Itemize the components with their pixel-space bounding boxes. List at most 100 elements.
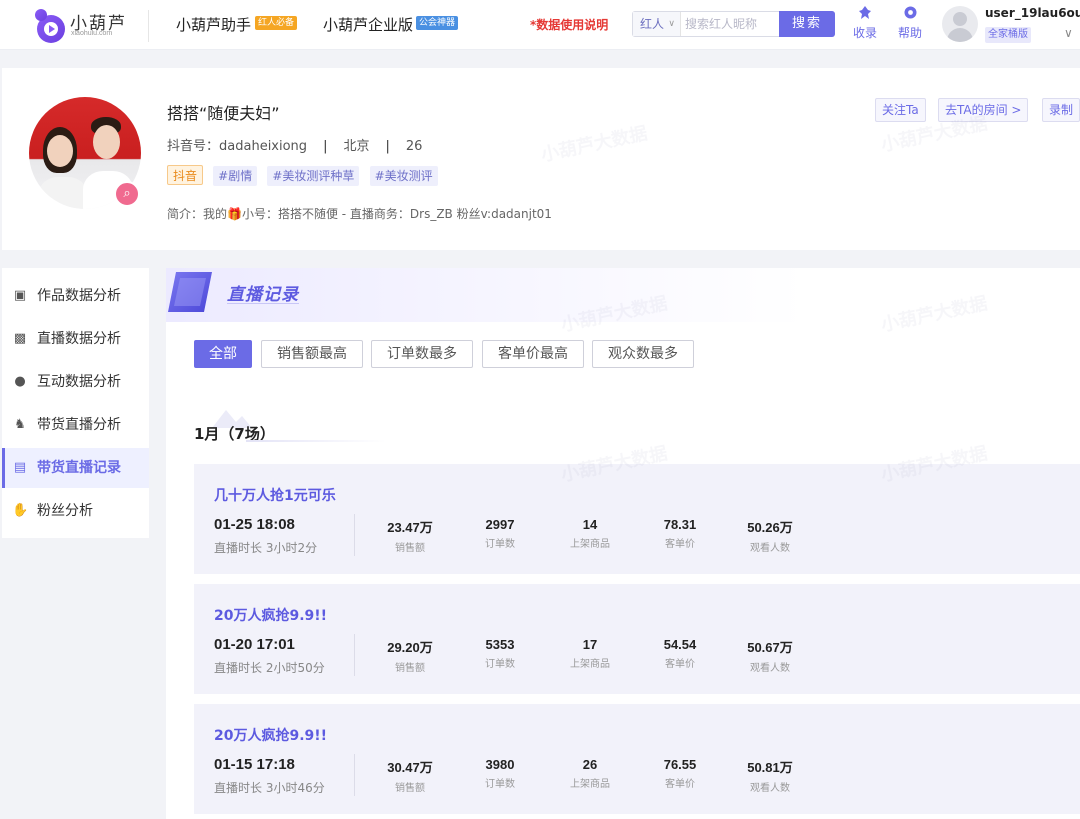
record-duration: 直播时长 3小时2分	[214, 541, 318, 555]
live-record-card[interactable]: 几十万人抢1元可乐 01-25 18:08 直播时长 3小时2分 23.47万销…	[194, 464, 1080, 574]
stat-viewers: 50.67万 观看人数	[730, 637, 810, 674]
stat-label: 订单数	[485, 779, 515, 790]
platform-tag: 抖音	[167, 165, 204, 185]
record-duration: 直播时长 3小时46分	[214, 781, 325, 795]
search-input[interactable]	[685, 12, 781, 36]
user-menu-chevron-icon[interactable]: ∨	[1064, 26, 1073, 40]
section-icon	[168, 272, 212, 312]
help-label: 帮助	[897, 26, 922, 40]
follow-button[interactable]: 关注Ta	[875, 98, 926, 122]
hand-icon: ✋	[12, 503, 29, 518]
topic-tag[interactable]: #剧情	[213, 166, 258, 186]
stat-value: 76.55	[663, 757, 697, 772]
stat-label: 销售额	[395, 543, 425, 554]
record-title[interactable]: 20万人疯抢9.9!!	[214, 725, 327, 745]
nav-assistant-tag: 红人必备	[255, 16, 298, 30]
stat-value: 3980	[485, 757, 515, 772]
search-type-label: 红人	[640, 17, 665, 31]
stat-value: 14	[582, 517, 598, 532]
topic-tag[interactable]: #美妆测评种草	[267, 166, 360, 186]
profile-search-icon[interactable]: ⌕	[114, 181, 140, 207]
stat-products: 17 上架商品	[550, 637, 630, 670]
record-button[interactable]: 录制	[1042, 98, 1080, 122]
record-divider	[354, 754, 355, 796]
go-to-room-button[interactable]: 去TA的房间 >	[938, 98, 1029, 122]
topic-tag[interactable]: #美妆测评	[369, 166, 438, 186]
sidebar-item-works-analysis[interactable]: ▣ 作品数据分析	[2, 276, 149, 316]
filter-all[interactable]: 全部	[194, 340, 252, 368]
profile-age: 26	[405, 139, 423, 154]
record-title[interactable]: 几十万人抢1元可乐	[214, 485, 336, 505]
video-icon: ▣	[13, 288, 27, 303]
header-divider	[148, 10, 149, 42]
stat-value: 54.54	[663, 637, 697, 652]
sidebar-item-sales-live-analysis[interactable]: ♞ 带货直播分析	[2, 405, 149, 445]
stat-unit-price: 78.31 客单价	[640, 517, 720, 550]
stat-label: 观看人数	[750, 663, 790, 674]
record-title[interactable]: 20万人疯抢9.9!!	[214, 605, 327, 625]
nav-enterprise[interactable]: 小葫芦企业版	[323, 14, 413, 35]
sidebar-item-label: 直播数据分析	[37, 331, 121, 347]
logo-icon[interactable]	[28, 4, 70, 46]
sidebar-item-interaction-analysis[interactable]: ● 互动数据分析	[2, 362, 149, 402]
record-date: 01-25 18:08	[214, 516, 295, 533]
stat-value: 23.47万	[387, 520, 433, 535]
chat-icon: ●	[14, 374, 26, 389]
sidebar-item-label: 粉丝分析	[37, 503, 93, 519]
nav-enterprise-tag: 公会神器	[416, 16, 459, 30]
stat-value: 50.26万	[747, 520, 793, 535]
username[interactable]: user_19lau6ou	[985, 6, 1080, 20]
stat-label: 订单数	[485, 539, 515, 550]
top-bar: 小葫芦 xiaohulu.com 小葫芦助手 红人必备 小葫芦企业版 公会神器 …	[0, 0, 1080, 50]
live-record-card[interactable]: 20万人疯抢9.9!! 01-15 17:18 直播时长 3小时46分 30.4…	[194, 704, 1080, 814]
tv-icon: ▩	[13, 331, 27, 346]
record-divider	[354, 514, 355, 556]
stat-value: 30.47万	[387, 760, 433, 775]
stat-label: 销售额	[395, 663, 425, 674]
stat-value: 26	[582, 757, 598, 772]
sidebar-item-label: 带货直播分析	[37, 417, 121, 433]
sidebar-item-fans-analysis[interactable]: ✋ 粉丝分析	[2, 491, 149, 531]
live-record-card[interactable]: 20万人疯抢9.9!! 01-20 17:01 直播时长 2小时50分 29.2…	[194, 584, 1080, 694]
nav-assistant[interactable]: 小葫芦助手	[176, 14, 251, 35]
bookmark-label: 收录	[852, 26, 877, 40]
stat-value: 2997	[485, 517, 515, 532]
month-underline	[246, 440, 386, 442]
sidebar-item-live-analysis[interactable]: ▩ 直播数据分析	[2, 319, 149, 359]
profile-card: ⌕ 搭搭“随便夫妇” 抖音号：dadaheixiong | 北京 | 26 抖音 #剧情…	[2, 68, 1080, 250]
stat-value: 29.20万	[387, 640, 433, 655]
user-avatar[interactable]	[942, 6, 978, 42]
bookmark-button[interactable]: 收录	[848, 6, 882, 41]
stat-value: 5353	[485, 637, 515, 652]
sidebar-item-label: 作品数据分析	[37, 288, 121, 304]
filter-most-orders[interactable]: 订单数最多	[371, 340, 473, 368]
record-date: 01-15 17:18	[214, 756, 295, 773]
record-duration: 直播时长 2小时50分	[214, 661, 325, 675]
stat-value: 17	[582, 637, 598, 652]
section-title: 直播记录	[227, 285, 299, 305]
stat-viewers: 50.26万观看人数	[730, 517, 810, 554]
sidebar-item-sales-live-records[interactable]: ▤ 带货直播记录	[2, 448, 149, 488]
stat-label: 观看人数	[750, 543, 790, 554]
stat-label: 上架商品	[570, 539, 610, 550]
data-usage-link[interactable]: *数据使用说明	[530, 16, 608, 33]
logo-subtext: xiaohulu.com	[71, 30, 113, 37]
filter-top-sales[interactable]: 销售额最高	[261, 340, 363, 368]
record-date: 01-20 17:01	[214, 636, 295, 653]
stat-sales: 29.20万销售额	[370, 637, 450, 674]
moneybag-icon: ♞	[14, 417, 26, 432]
stat-unit-price: 54.54 客单价	[640, 637, 720, 670]
profile-meta: 抖音号：dadaheixiong | 北京 | 26	[167, 139, 423, 154]
search-button[interactable]: 搜索	[779, 11, 835, 37]
stat-sales: 23.47万销售额	[370, 517, 450, 554]
stat-label: 客单价	[665, 659, 695, 670]
filter-top-unit-price[interactable]: 客单价最高	[482, 340, 584, 368]
sidebar: ▣ 作品数据分析 ▩ 直播数据分析 ● 互动数据分析 ♞ 带货直播分析 ▤ 带货直播记录 …	[2, 268, 149, 538]
search-type-select[interactable]: 红人 ∨	[633, 12, 681, 36]
help-button[interactable]: 帮助	[893, 6, 927, 41]
chevron-down-icon: ∨	[668, 19, 675, 29]
record-divider	[354, 634, 355, 676]
profile-id: dadaheixiong	[219, 139, 308, 154]
filter-most-viewers[interactable]: 观众数最多	[592, 340, 694, 368]
record-icon: ▤	[13, 460, 27, 475]
